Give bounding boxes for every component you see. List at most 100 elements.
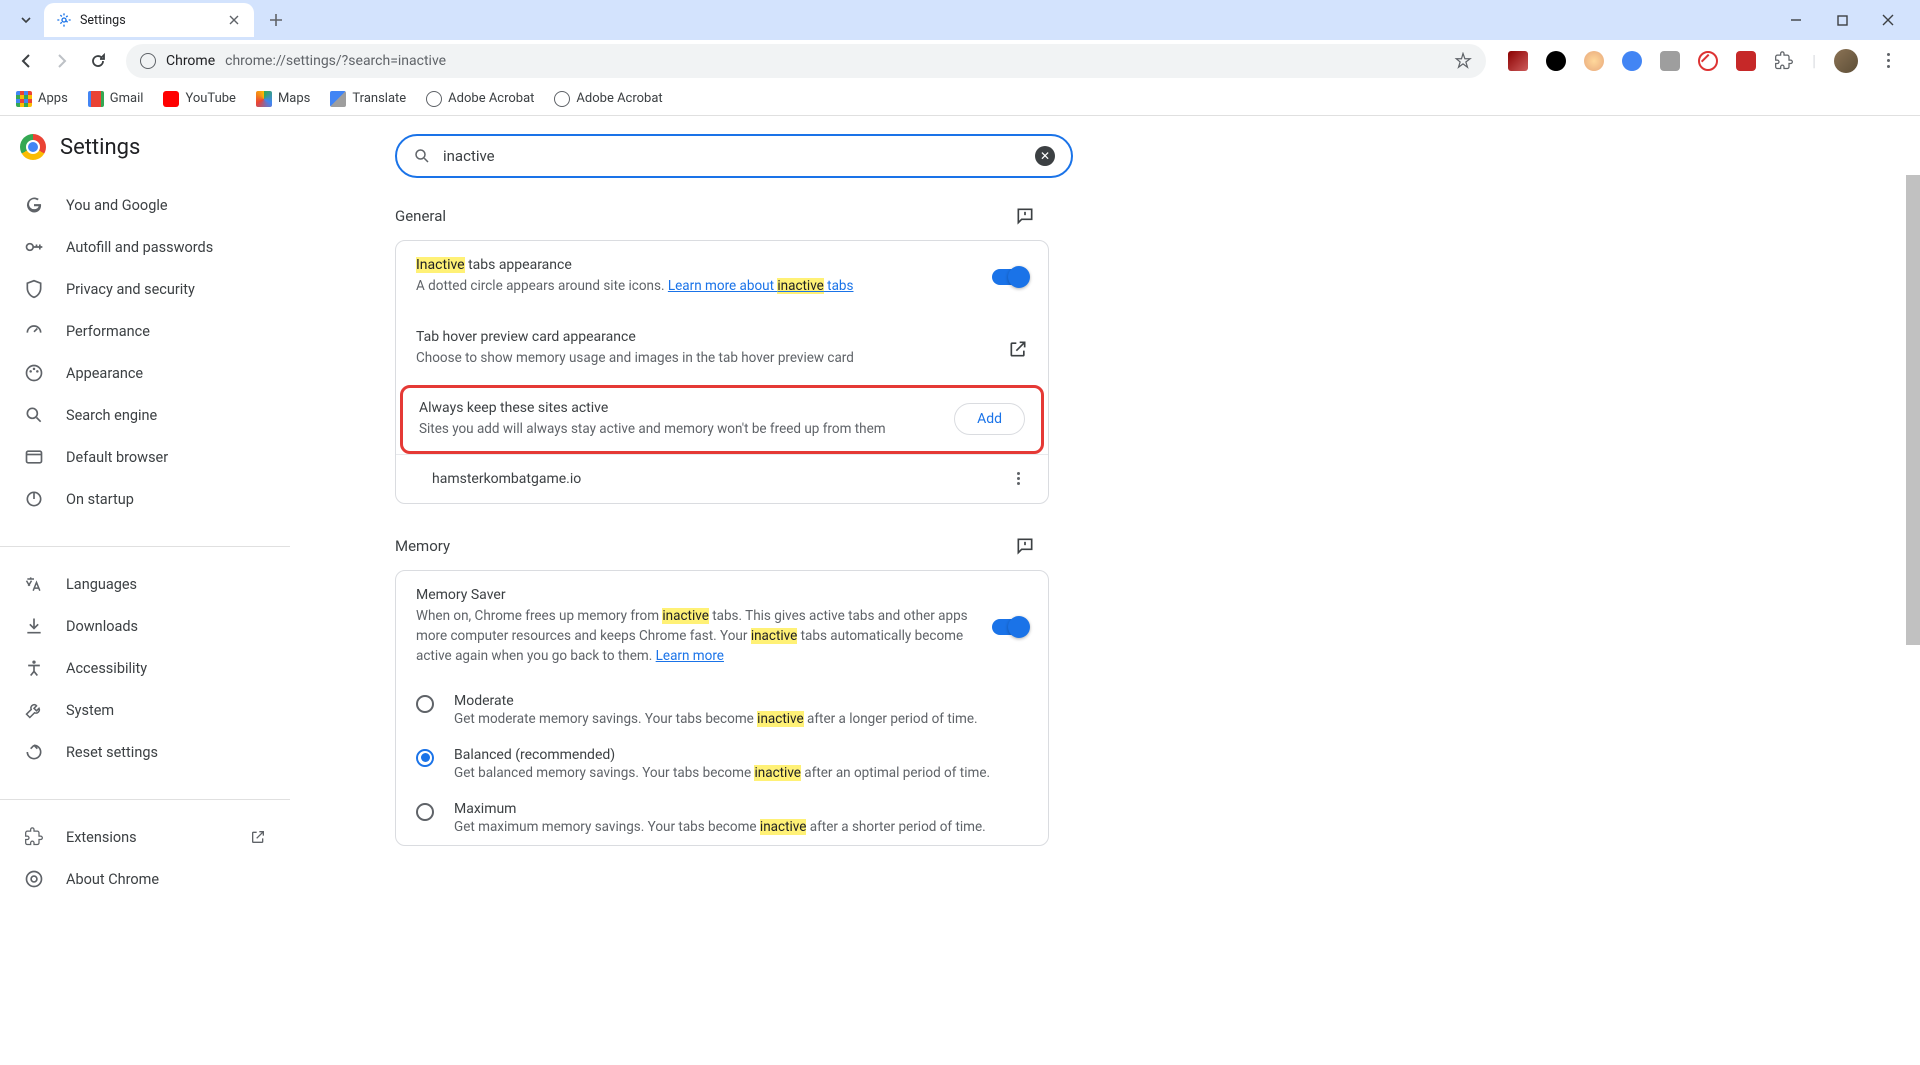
settings-search-input[interactable] (443, 147, 1023, 165)
memory-saver-toggle[interactable] (992, 619, 1028, 635)
speedometer-icon (24, 321, 44, 341)
globe-icon (554, 91, 570, 107)
bookmark-gmail[interactable]: Gmail (88, 91, 144, 107)
download-icon (24, 616, 44, 636)
close-window-button[interactable] (1874, 6, 1902, 34)
bookmark-apps[interactable]: Apps (16, 91, 68, 107)
address-bar[interactable]: Chrome chrome://settings/?search=inactiv… (126, 44, 1486, 78)
learn-more-memory-link[interactable]: Learn more (656, 648, 724, 664)
profile-avatar[interactable] (1834, 49, 1858, 73)
sidebar-title: Settings (60, 135, 140, 160)
omnibox-prefix: Chrome (166, 53, 215, 69)
gear-icon (56, 12, 72, 28)
radio-icon (416, 695, 434, 713)
settings-sidebar: Settings You and Google Autofill and pas… (0, 116, 290, 1065)
sidebar-item-search-engine[interactable]: Search engine (0, 394, 290, 436)
power-icon (24, 489, 44, 509)
bookmark-star-icon[interactable] (1454, 52, 1472, 70)
section-title-memory: Memory (395, 537, 450, 555)
sidebar-item-appearance[interactable]: Appearance (0, 352, 290, 394)
shield-icon (24, 279, 44, 299)
sidebar-item-performance[interactable]: Performance (0, 310, 290, 352)
search-icon (413, 147, 431, 165)
sidebar-item-downloads[interactable]: Downloads (0, 605, 290, 647)
maximize-button[interactable] (1828, 6, 1856, 34)
memory-option-maximum[interactable]: MaximumGet maximum memory savings. Your … (396, 791, 1048, 845)
bookmarks-bar: Apps Gmail YouTube Maps Translate Adobe … (0, 82, 1920, 116)
memory-saver-row: Memory Saver When on, Chrome frees up me… (396, 571, 1048, 683)
clear-search-button[interactable]: ✕ (1035, 146, 1055, 166)
sidebar-item-you-and-google[interactable]: You and Google (0, 184, 290, 226)
titlebar: Settings (0, 0, 1920, 40)
close-tab-button[interactable] (226, 12, 242, 28)
extension-icon-2[interactable] (1546, 51, 1566, 71)
minimize-button[interactable] (1782, 6, 1810, 34)
site-name: hamsterkombatgame.io (432, 471, 1008, 487)
palette-icon (24, 363, 44, 383)
youtube-icon (163, 91, 179, 107)
memory-card: Memory Saver When on, Chrome frees up me… (395, 570, 1049, 846)
external-link-icon (1008, 339, 1028, 359)
bookmark-adobe-2[interactable]: Adobe Acrobat (554, 91, 662, 107)
sidebar-item-autofill[interactable]: Autofill and passwords (0, 226, 290, 268)
chrome-menu-button[interactable] (1876, 49, 1900, 73)
radio-icon (416, 803, 434, 821)
tab-hover-preview-row[interactable]: Tab hover preview card appearance Choose… (396, 312, 1048, 384)
bookmark-youtube[interactable]: YouTube (163, 91, 236, 107)
extension-icon-1[interactable] (1508, 51, 1528, 71)
extensions-button[interactable] (1774, 51, 1794, 71)
always-keep-active-row: Always keep these sites active Sites you… (403, 388, 1041, 451)
extension-icon-7[interactable] (1736, 51, 1756, 71)
add-site-button[interactable]: Add (954, 403, 1025, 435)
google-g-icon (24, 195, 44, 215)
bookmark-maps[interactable]: Maps (256, 91, 310, 107)
feedback-icon[interactable] (1015, 536, 1035, 556)
back-button[interactable] (10, 45, 42, 77)
gmail-icon (88, 91, 104, 107)
general-card: Inactive tabs appearance A dotted circle… (395, 240, 1049, 504)
extension-icon-4[interactable] (1622, 51, 1642, 71)
chrome-icon (24, 869, 44, 889)
forward-button[interactable] (46, 45, 78, 77)
extension-icon-3[interactable] (1584, 51, 1604, 71)
learn-more-inactive-tabs-link[interactable]: Learn more about inactive tabs (668, 278, 854, 294)
inactive-tabs-toggle[interactable] (992, 269, 1028, 285)
sidebar-item-default-browser[interactable]: Default browser (0, 436, 290, 478)
omnibox-url: chrome://settings/?search=inactive (225, 53, 446, 69)
sidebar-item-privacy[interactable]: Privacy and security (0, 268, 290, 310)
browser-toolbar: Chrome chrome://settings/?search=inactiv… (0, 40, 1920, 82)
sidebar-item-accessibility[interactable]: Accessibility (0, 647, 290, 689)
sidebar-item-reset[interactable]: Reset settings (0, 731, 290, 773)
chrome-logo-icon (20, 134, 46, 160)
memory-option-balanced[interactable]: Balanced (recommended)Get balanced memor… (396, 737, 1048, 791)
extension-icons: | (1498, 49, 1910, 73)
sidebar-item-languages[interactable]: Languages (0, 563, 290, 605)
site-more-button[interactable] (1008, 469, 1028, 489)
new-tab-button[interactable] (262, 6, 290, 34)
inactive-tabs-appearance-row: Inactive tabs appearance A dotted circle… (396, 241, 1048, 312)
sidebar-item-system[interactable]: System (0, 689, 290, 731)
active-site-row: hamsterkombatgame.io (396, 454, 1048, 503)
extension-icon-5[interactable] (1660, 51, 1680, 71)
bookmark-translate[interactable]: Translate (330, 91, 406, 107)
search-icon (24, 405, 44, 425)
settings-search-box[interactable]: ✕ (395, 134, 1073, 178)
extension-icon-6[interactable] (1698, 51, 1718, 71)
browser-tab[interactable]: Settings (44, 3, 254, 37)
site-info-icon (140, 53, 156, 69)
sidebar-item-startup[interactable]: On startup (0, 478, 290, 520)
tab-search-button[interactable] (14, 8, 38, 32)
reload-button[interactable] (82, 45, 114, 77)
maps-icon (256, 91, 272, 107)
scrollbar[interactable] (1906, 175, 1920, 645)
sidebar-item-about[interactable]: About Chrome (0, 858, 290, 900)
apps-icon (16, 91, 32, 107)
translate-icon (330, 91, 346, 107)
feedback-icon[interactable] (1015, 206, 1035, 226)
external-link-icon (250, 829, 266, 845)
memory-option-moderate[interactable]: ModerateGet moderate memory savings. You… (396, 683, 1048, 737)
bookmark-adobe-1[interactable]: Adobe Acrobat (426, 91, 534, 107)
language-icon (24, 574, 44, 594)
sidebar-item-extensions[interactable]: Extensions (0, 816, 290, 858)
browser-icon (24, 447, 44, 467)
